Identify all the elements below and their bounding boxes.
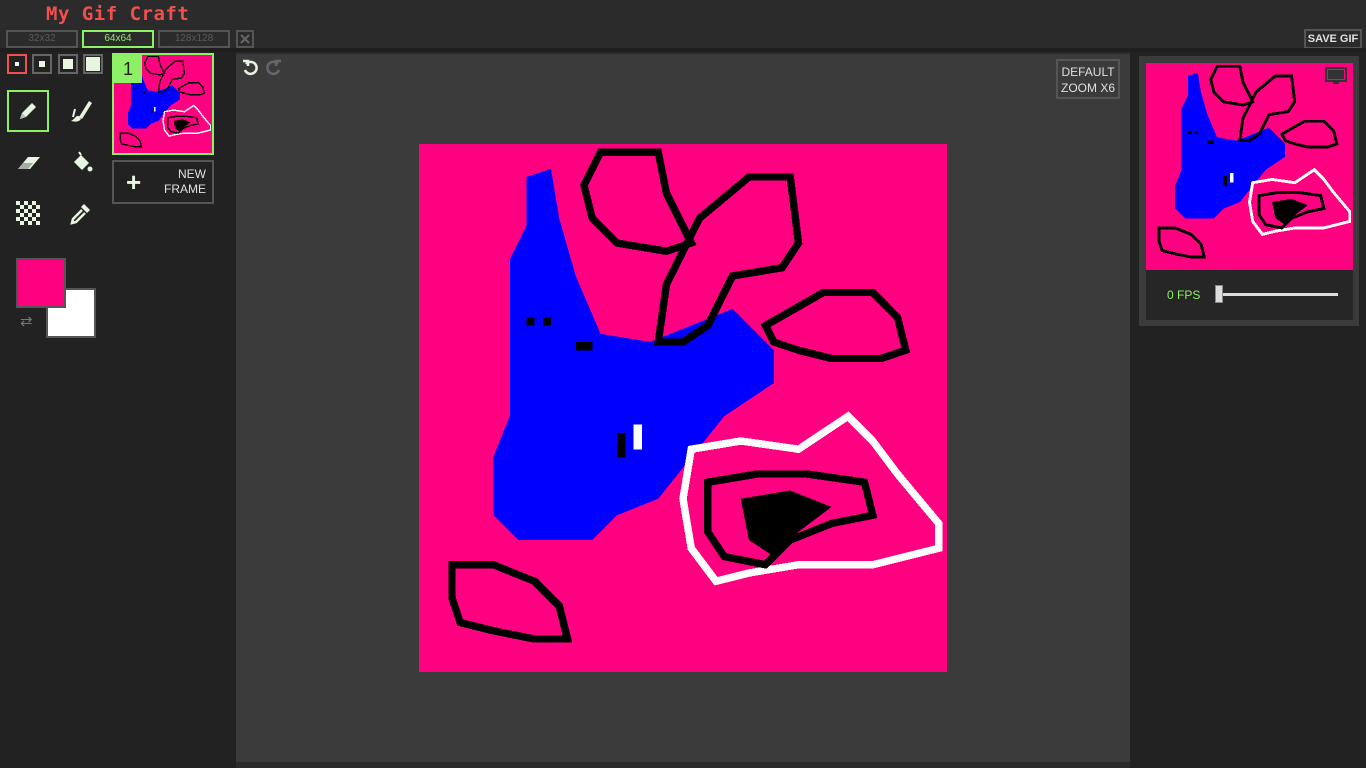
frame-number: 1	[114, 55, 142, 83]
eyedropper-icon	[70, 204, 90, 225]
plus-icon: +	[126, 167, 142, 197]
redo-icon	[266, 59, 281, 76]
size-32-button[interactable]: 32x32	[6, 30, 78, 48]
new-frame-label-line-1: NEW	[178, 167, 206, 181]
dither-tool[interactable]	[7, 192, 49, 234]
fps-label: 0 FPS	[1167, 288, 1201, 302]
save-gif-button[interactable]: SAVE GIF	[1304, 29, 1362, 49]
zoom-label-line-2: ZOOM X6	[1060, 81, 1115, 95]
monitor-icon	[1325, 67, 1347, 84]
undo-icon	[243, 59, 258, 76]
drawing-canvas[interactable]	[419, 144, 947, 672]
eraser-tool[interactable]	[7, 142, 49, 184]
undo-button[interactable]	[241, 58, 261, 83]
swap-colors-icon[interactable]: ⇄	[20, 312, 33, 330]
animation-preview-art	[1146, 63, 1353, 270]
zoom-label-line-1: DEFAULT	[1061, 65, 1115, 79]
pencil-tool[interactable]	[7, 90, 49, 132]
close-icon	[240, 34, 250, 44]
fps-slider-track[interactable]	[1220, 293, 1338, 296]
brush-dot-icon	[15, 62, 19, 66]
fullscreen-preview-button[interactable]	[1324, 66, 1348, 91]
primary-color-swatch[interactable]	[16, 258, 66, 308]
brush-tool[interactable]	[60, 90, 102, 132]
new-frame-label: NEW FRAME	[164, 167, 206, 197]
eraser-icon	[18, 157, 40, 169]
redo-button[interactable]	[263, 58, 283, 83]
brush-size-1[interactable]	[7, 54, 27, 74]
new-frame-label-line-2: FRAME	[164, 182, 206, 196]
drawing-canvas-art	[419, 144, 947, 672]
default-zoom-button[interactable]: DEFAULT ZOOM X6	[1056, 59, 1120, 99]
brush-dot-icon	[39, 61, 45, 67]
brush-dot-icon	[63, 59, 73, 69]
size-64-button[interactable]: 64x64	[82, 30, 154, 48]
checker-icon	[16, 201, 40, 225]
fill-tool[interactable]	[60, 142, 102, 184]
fps-slider-thumb[interactable]	[1215, 285, 1223, 303]
pencil-icon	[20, 103, 36, 119]
animation-preview	[1146, 63, 1353, 270]
brush-size-3[interactable]	[58, 54, 78, 74]
brush-icon	[71, 101, 92, 122]
app-title: My Gif Craft	[46, 3, 190, 25]
eyedropper-tool[interactable]	[60, 192, 102, 234]
brush-dot-icon	[86, 57, 100, 71]
clear-button[interactable]	[236, 30, 254, 48]
fill-bucket-icon	[74, 151, 93, 172]
new-frame-button[interactable]: + NEW FRAME	[112, 160, 214, 204]
brush-size-2[interactable]	[32, 54, 52, 74]
brush-size-4[interactable]	[83, 54, 103, 74]
frame-thumbnail[interactable]: 1	[112, 53, 214, 155]
size-128-button[interactable]: 128x128	[158, 30, 230, 48]
